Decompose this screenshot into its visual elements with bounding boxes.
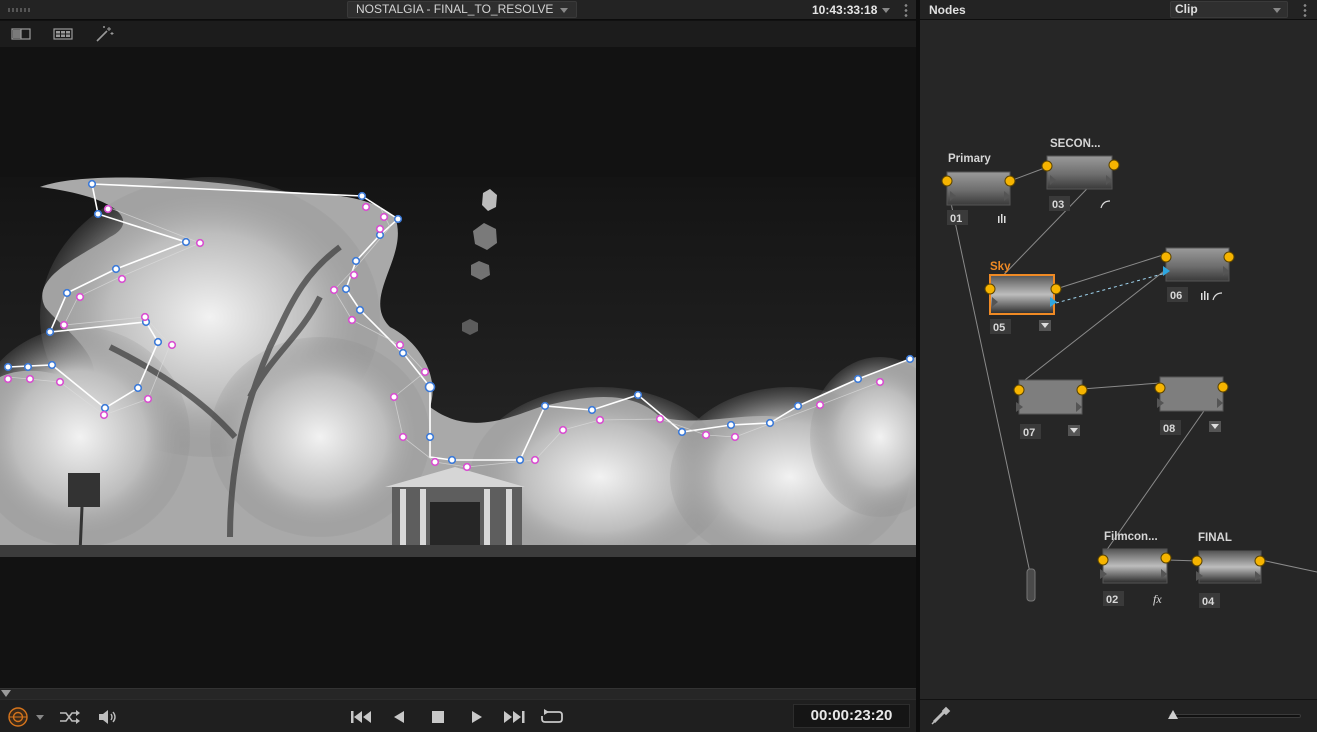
- stop-icon[interactable]: [425, 707, 451, 727]
- source-timecode: 10:43:33:18: [812, 3, 878, 17]
- gallery-grid-icon[interactable]: [52, 25, 74, 43]
- viewer-canvas[interactable]: [0, 47, 916, 688]
- node-06[interactable]: 06: [1160, 247, 1235, 302]
- node-number: 02: [1106, 594, 1118, 606]
- node-number: 08: [1163, 423, 1175, 435]
- curve-indicator-icon: [1212, 292, 1223, 301]
- node-number: 05: [993, 322, 1005, 334]
- video-frame[interactable]: [0, 177, 916, 557]
- loop-icon[interactable]: [539, 707, 565, 727]
- shuffle-icon[interactable]: [56, 707, 82, 727]
- node-02[interactable]: Filmcon... 02 fx: [1097, 531, 1172, 606]
- split-screen-icon[interactable]: [10, 25, 32, 43]
- node-output-handle[interactable]: [1026, 568, 1036, 602]
- curves-indicator-icon: [1201, 291, 1209, 300]
- fx-badge-icon: fx: [1153, 592, 1162, 606]
- node-connections: [947, 164, 1317, 583]
- node-label: Filmcon...: [1104, 531, 1158, 543]
- node-04[interactable]: FINAL 04: [1191, 532, 1266, 608]
- timeline-title-dropdown[interactable]: NOSTALGIA - FINAL_TO_RESOLVE: [347, 1, 577, 18]
- viewer-toolbar: [0, 21, 916, 47]
- play-icon[interactable]: [464, 707, 490, 727]
- panel-grip-icon[interactable]: [8, 8, 32, 12]
- eyedropper-icon[interactable]: [930, 706, 952, 726]
- record-timecode[interactable]: 00:00:23:20: [793, 704, 910, 728]
- nodes-options-icon[interactable]: [1303, 3, 1307, 17]
- transport-bar: 00:00:23:20: [0, 699, 916, 732]
- timecode-dropdown-icon[interactable]: [882, 8, 890, 13]
- node-number: 04: [1202, 596, 1215, 608]
- node-label: SECON...: [1050, 138, 1100, 150]
- node-07[interactable]: 07: [1013, 379, 1088, 439]
- node-number: 06: [1170, 290, 1182, 302]
- node-01[interactable]: Primary 01: [941, 153, 1016, 225]
- volume-icon[interactable]: [94, 707, 120, 727]
- nodes-panel: Nodes Clip Primary 01 SECON... 03 Sky 05…: [920, 0, 1317, 732]
- node-graph-canvas[interactable]: Primary 01 SECON... 03 Sky 05 06 07 08 F…: [920, 21, 1317, 699]
- node-label: Sky: [990, 261, 1011, 273]
- nodes-footer: [920, 699, 1317, 732]
- viewer-options-icon[interactable]: [904, 3, 908, 17]
- zoom-slider-thumb[interactable]: [1168, 710, 1178, 719]
- onion-skin-dropdown[interactable]: [4, 707, 48, 727]
- node-03[interactable]: SECON... 03: [1041, 138, 1120, 211]
- target-icon: [8, 707, 44, 727]
- magic-wand-icon[interactable]: [93, 25, 115, 43]
- node-08[interactable]: 08: [1154, 376, 1229, 435]
- viewer-scrubber[interactable]: [0, 688, 916, 699]
- nodes-header: Nodes Clip: [920, 0, 1317, 20]
- node-mode-dropdown[interactable]: Clip: [1170, 1, 1288, 18]
- node-label: Primary: [948, 153, 991, 165]
- first-frame-icon[interactable]: [349, 707, 375, 727]
- node-05[interactable]: Sky 05: [984, 261, 1062, 334]
- timeline-title: NOSTALGIA - FINAL_TO_RESOLVE: [356, 2, 554, 16]
- viewer-header: NOSTALGIA - FINAL_TO_RESOLVE 10:43:33:18: [0, 0, 916, 20]
- last-frame-icon[interactable]: [501, 707, 527, 727]
- chevron-down-icon: [560, 8, 568, 13]
- viewer-panel: NOSTALGIA - FINAL_TO_RESOLVE 10:43:33:18: [0, 0, 916, 732]
- node-number: 07: [1023, 427, 1035, 439]
- node-number: 01: [950, 213, 962, 225]
- panel-title: Nodes: [929, 3, 966, 17]
- curves-indicator-icon: [998, 214, 1006, 223]
- reverse-play-icon[interactable]: [386, 707, 412, 727]
- curve-indicator-icon: [1100, 200, 1111, 209]
- zoom-slider-track[interactable]: [1169, 714, 1301, 718]
- node-mode-value: Clip: [1175, 2, 1198, 16]
- playhead-handle[interactable]: [1, 690, 11, 697]
- node-label: FINAL: [1198, 532, 1232, 544]
- node-number: 03: [1052, 199, 1064, 211]
- chevron-down-icon: [1273, 8, 1281, 13]
